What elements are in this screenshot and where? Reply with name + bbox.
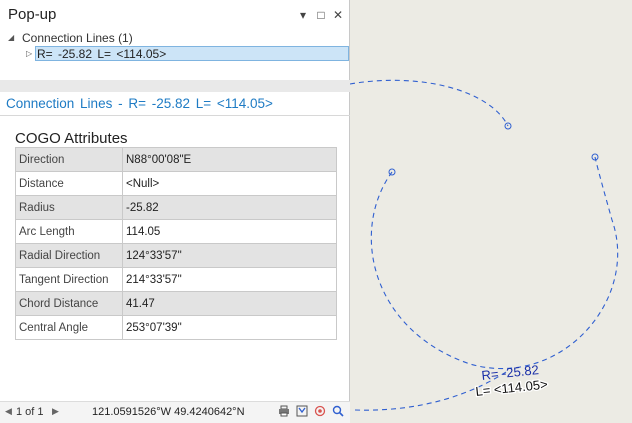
arc-segment-outer[interactable]: [349, 79, 509, 127]
attribute-value[interactable]: 114.05: [122, 219, 337, 244]
feature-title: Connection Lines - R= -25.82 L= <114.05>: [6, 96, 273, 111]
attribute-name: Chord Distance: [15, 291, 123, 316]
attribute-name: Radius: [15, 195, 123, 220]
pane-menu-icon[interactable]: ▾: [296, 8, 310, 22]
feature-count: 1 of 1: [16, 406, 44, 418]
popup-statusbar: ◀ 1 of 1 ▶ 121.0591526°W 49.4240642°N: [0, 401, 350, 423]
feature-tree: ◢ Connection Lines (1) ▷ R= -25.82 L= <1…: [0, 30, 350, 62]
table-row: Distance <Null>: [15, 171, 337, 196]
expand-arrow-icon[interactable]: ◢: [8, 30, 14, 46]
pane-splitter[interactable]: [0, 80, 350, 92]
table-row: Tangent Direction 214°33'57": [15, 267, 337, 292]
tree-group-label: Connection Lines (1): [22, 31, 133, 45]
tree-item-feature[interactable]: ▷ R= -25.82 L= <114.05>: [0, 46, 350, 62]
tree-group-connection-lines[interactable]: ◢ Connection Lines (1): [0, 30, 350, 46]
section-title: COGO Attributes: [15, 130, 128, 147]
zoom-to-icon[interactable]: [295, 405, 309, 419]
pan-to-icon[interactable]: [331, 405, 345, 419]
tree-item-label: R= -25.82 L= <114.05>: [37, 47, 167, 61]
close-icon[interactable]: ✕: [331, 8, 345, 22]
attribute-value[interactable]: -25.82: [122, 195, 337, 220]
collapsed-arrow-icon[interactable]: ▷: [26, 46, 32, 62]
popup-pane: Pop-up ▾ □ ✕ ◢ Connection Lines (1) ▷ R=…: [0, 0, 350, 423]
attribute-name: Direction: [15, 147, 123, 172]
attribute-value[interactable]: 214°33'57": [122, 267, 337, 292]
flash-icon[interactable]: [313, 405, 327, 419]
attribute-value[interactable]: N88°00'08"E: [122, 147, 337, 172]
coordinate-readout: 121.0591526°W 49.4240642°N: [92, 406, 245, 418]
maximize-icon[interactable]: □: [314, 8, 328, 22]
attributes-table: Direction N88°00'08"E Distance <Null> Radius…: [15, 147, 337, 340]
table-row: Radius -25.82: [15, 195, 337, 220]
attribute-value[interactable]: 124°33'57": [122, 243, 337, 268]
popup-titlebar: Pop-up ▾ □ ✕: [0, 0, 349, 32]
attribute-name: Central Angle: [15, 315, 123, 340]
attribute-value[interactable]: 41.47: [122, 291, 337, 316]
table-row: Arc Length 114.05: [15, 219, 337, 244]
feature-title-separator: [0, 115, 350, 116]
popup-title: Pop-up: [8, 6, 57, 23]
table-row: Chord Distance 41.47: [15, 291, 337, 316]
previous-feature-icon[interactable]: ◀: [5, 406, 12, 417]
printer-icon[interactable]: [277, 405, 291, 419]
attribute-name: Distance: [15, 171, 123, 196]
attribute-value[interactable]: <Null>: [122, 171, 337, 196]
next-feature-icon[interactable]: ▶: [52, 406, 59, 417]
attribute-name: Radial Direction: [15, 243, 123, 268]
arc-segment-main[interactable]: [370, 156, 619, 370]
attribute-name: Tangent Direction: [15, 267, 123, 292]
table-row: Direction N88°00'08"E: [15, 147, 337, 172]
table-row: Radial Direction 124°33'57": [15, 243, 337, 268]
attribute-value[interactable]: 253°07'39": [122, 315, 337, 340]
table-row: Central Angle 253°07'39": [15, 315, 337, 340]
attribute-name: Arc Length: [15, 219, 123, 244]
